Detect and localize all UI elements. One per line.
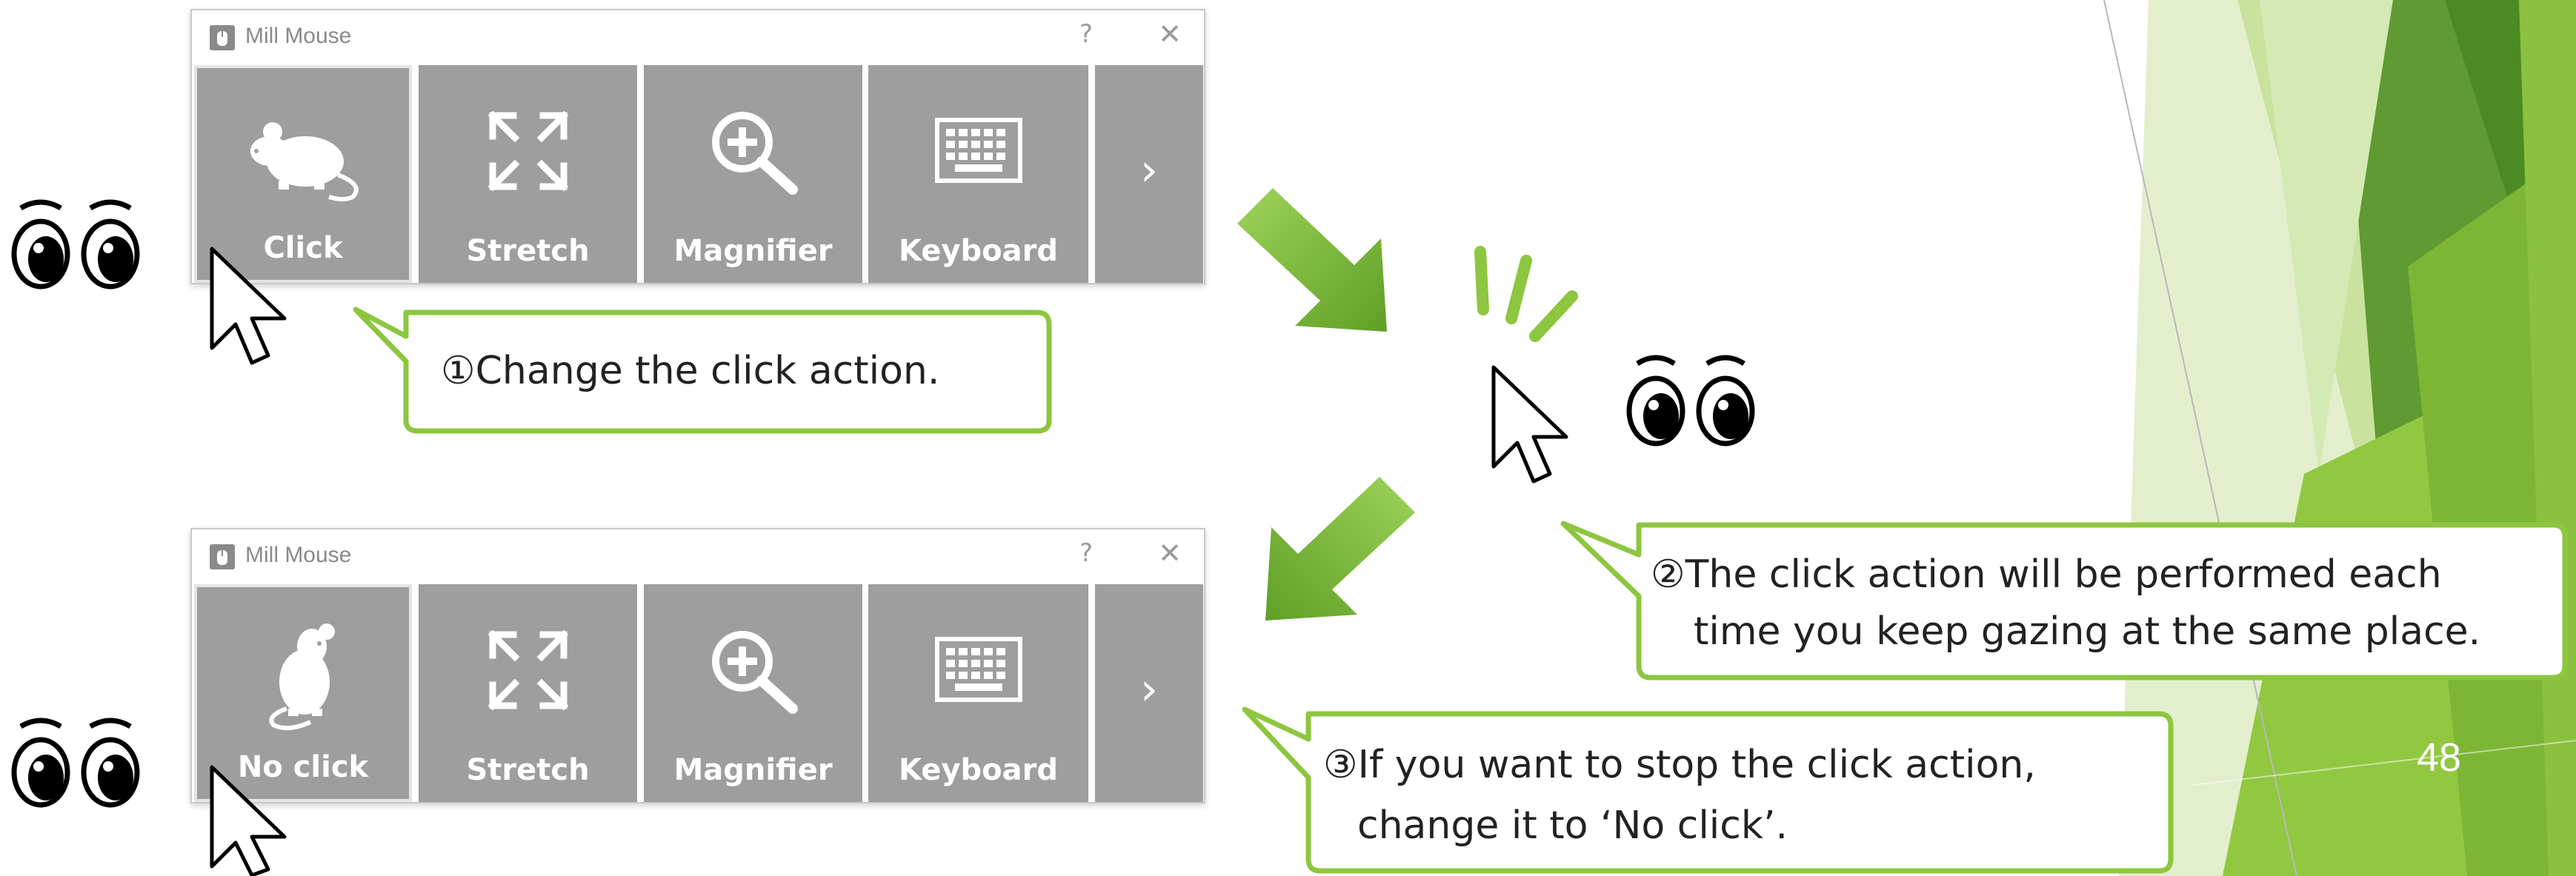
arrow-down-left-icon bbox=[1265, 477, 1415, 621]
mill-mouse-app-icon bbox=[210, 544, 235, 569]
magnifier-icon bbox=[711, 631, 798, 714]
callout-step2-line1: ②The click action will be performed each bbox=[1651, 552, 2442, 597]
callout-step2-line2: time you keep gazing at the same place. bbox=[1694, 609, 2481, 654]
mouse-no-click-icon bbox=[269, 623, 335, 731]
tile-label: Stretch bbox=[466, 753, 590, 787]
tile-more[interactable]: › bbox=[1095, 584, 1203, 802]
cursor-arrow-icon-middle bbox=[1491, 365, 1568, 484]
tile-keyboard[interactable]: Keyboard bbox=[868, 584, 1088, 802]
stretch-arrows-icon bbox=[487, 629, 568, 711]
help-button[interactable]: ? bbox=[1079, 538, 1093, 568]
eyes-icon-middle bbox=[1626, 355, 1755, 447]
chevron-right-icon: › bbox=[1140, 144, 1158, 196]
tile-label: Magnifier bbox=[673, 234, 833, 268]
eyes-icon-top bbox=[11, 199, 140, 290]
arrow-down-right-icon bbox=[1237, 188, 1387, 332]
tile-keyboard[interactable]: Keyboard bbox=[868, 65, 1088, 283]
chevron-right-icon: › bbox=[1140, 663, 1158, 715]
close-button[interactable]: ✕ bbox=[1158, 537, 1182, 569]
mill-mouse-app-icon bbox=[210, 25, 235, 50]
mill-mouse-window-top: Mill Mouse ? ✕ Click Stretch Magnifier K… bbox=[190, 9, 1205, 284]
callout-step3-line1: ③If you want to stop the click action, bbox=[1323, 743, 2036, 787]
tile-stretch[interactable]: Stretch bbox=[419, 65, 637, 283]
page-number: 48 bbox=[2417, 735, 2462, 780]
window-title: Mill Mouse bbox=[245, 543, 352, 567]
keyboard-icon bbox=[934, 118, 1022, 183]
title-bar: Mill Mouse ? ✕ bbox=[192, 529, 1204, 584]
mode-tiles: Click Stretch Magnifier Keyboard › bbox=[192, 65, 1204, 283]
mode-tiles: No click Stretch Magnifier Keyboard › bbox=[192, 584, 1204, 802]
tile-magnifier[interactable]: Magnifier bbox=[644, 65, 862, 283]
tile-more[interactable]: › bbox=[1095, 65, 1203, 283]
tile-label: Stretch bbox=[466, 234, 590, 268]
help-button[interactable]: ? bbox=[1079, 19, 1093, 49]
callout-step3-line2: change it to ‘No click’. bbox=[1357, 803, 1788, 848]
mill-mouse-window-bottom: Mill Mouse ? ✕ No click Stretch Magnifie… bbox=[190, 528, 1205, 803]
cursor-arrow-icon-top bbox=[210, 247, 287, 365]
callout-step1-text: ①Change the click action. bbox=[441, 349, 940, 393]
tile-stretch[interactable]: Stretch bbox=[419, 584, 637, 802]
eyes-icon-bottom bbox=[11, 718, 140, 808]
tile-magnifier[interactable]: Magnifier bbox=[644, 584, 862, 802]
magnifier-icon bbox=[711, 112, 798, 195]
tile-label: Keyboard bbox=[899, 753, 1058, 787]
keyboard-icon bbox=[934, 637, 1022, 702]
cursor-arrow-icon-bottom bbox=[210, 765, 287, 876]
click-burst-icon bbox=[1474, 246, 1578, 342]
mouse-icon bbox=[250, 122, 359, 201]
close-button[interactable]: ✕ bbox=[1158, 18, 1182, 50]
window-title: Mill Mouse bbox=[245, 24, 352, 48]
title-bar: Mill Mouse ? ✕ bbox=[192, 10, 1204, 65]
tile-label: Keyboard bbox=[899, 234, 1058, 268]
stretch-arrows-icon bbox=[487, 110, 568, 192]
tile-label: Magnifier bbox=[673, 753, 833, 787]
